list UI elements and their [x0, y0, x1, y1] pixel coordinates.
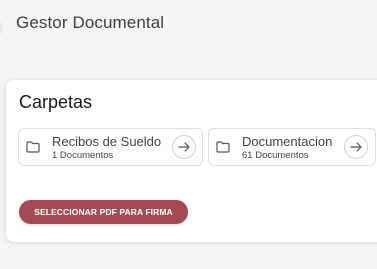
folder-icon: [216, 141, 230, 153]
app-title: Gestor Documental: [16, 13, 165, 32]
side-drawer-handle[interactable]: [0, 22, 3, 34]
folder-card-documentacion[interactable]: Documentacion 61 Documentos: [208, 128, 376, 166]
folders-card: Carpetas Recibos de Sueldo 1 Documentos …: [6, 80, 377, 242]
folder-card-recibos-de-sueldo[interactable]: Recibos de Sueldo 1 Documentos: [18, 128, 203, 166]
arrow-right-icon: [350, 142, 362, 152]
folder-name: Documentacion: [242, 134, 333, 149]
folder-name: Recibos de Sueldo: [52, 134, 162, 149]
select-pdf-for-signature-button[interactable]: SELECCIONAR PDF PARA FIRMA: [19, 200, 188, 224]
folder-icon: [26, 141, 40, 153]
section-title: Carpetas: [19, 92, 93, 112]
folder-document-count: 61 Documentos: [242, 150, 309, 161]
open-folder-button[interactable]: [172, 135, 196, 159]
folder-document-count: 1 Documentos: [52, 150, 114, 161]
open-folder-button[interactable]: [344, 135, 368, 159]
arrow-right-icon: [178, 142, 190, 152]
